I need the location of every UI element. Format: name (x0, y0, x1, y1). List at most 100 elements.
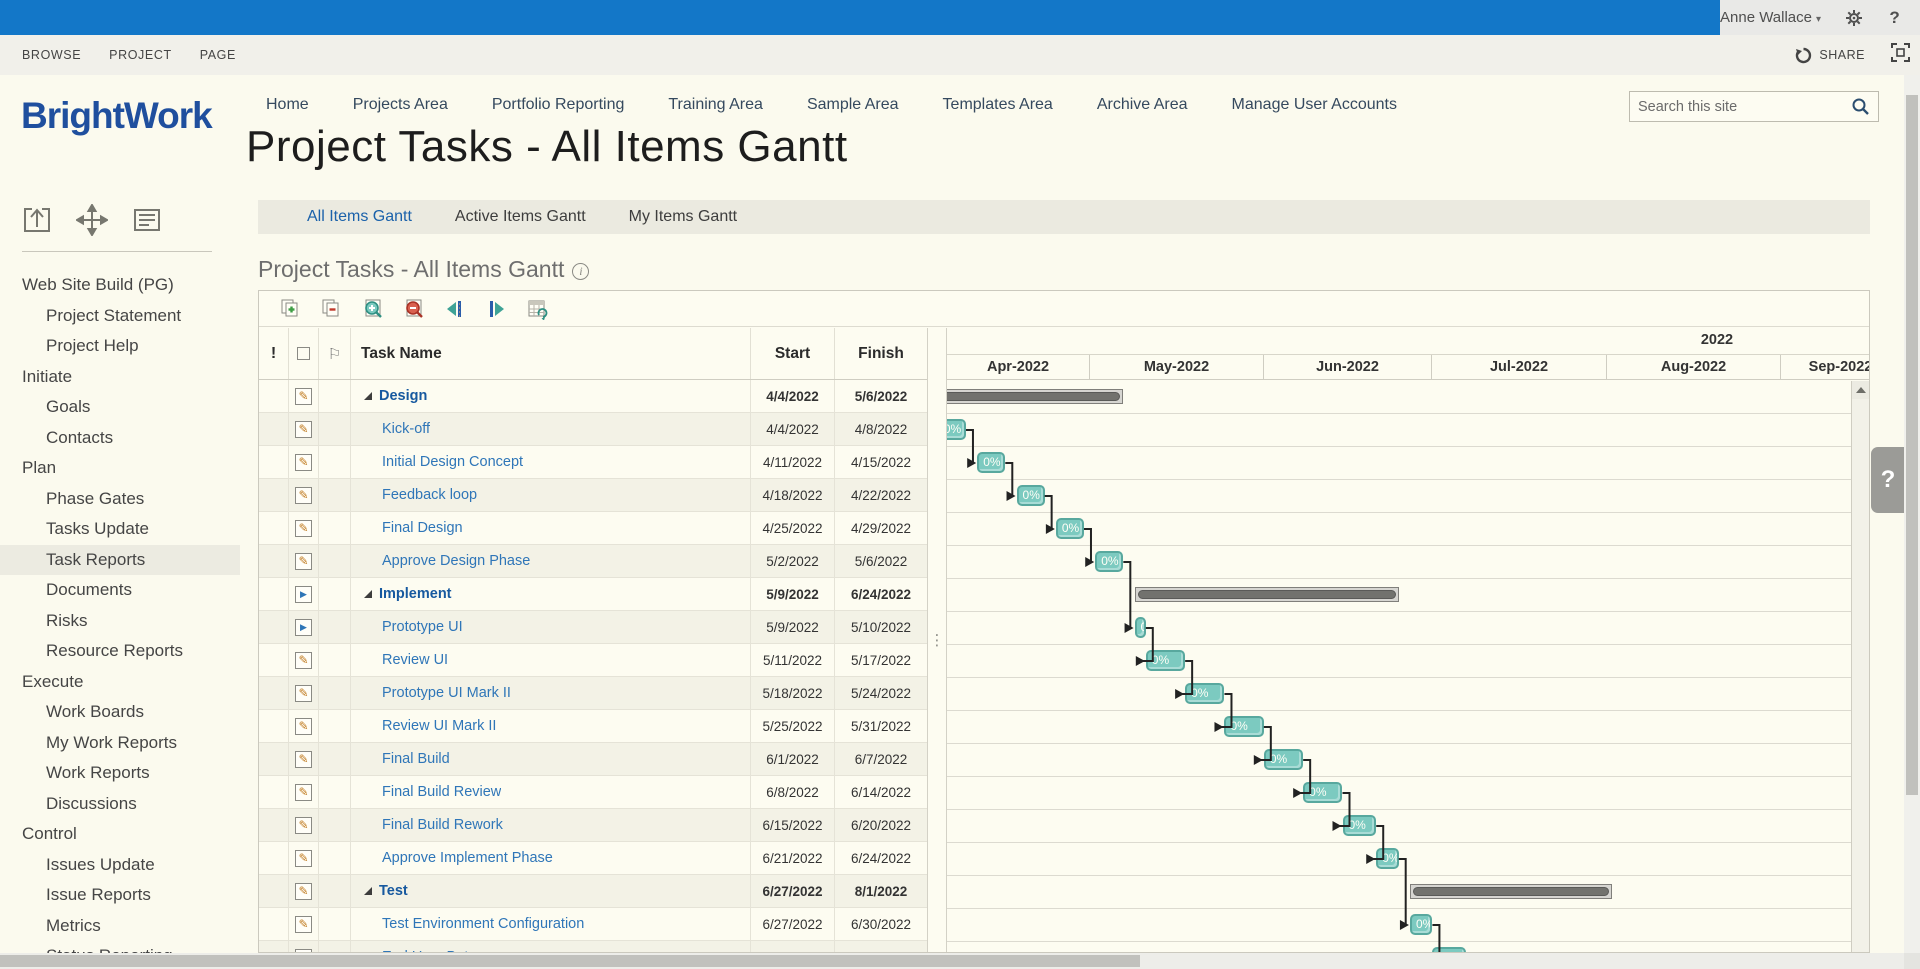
page-horizontal-scrollbar[interactable] (0, 953, 1904, 969)
user-menu[interactable]: Anne Wallace▾ (1720, 9, 1821, 26)
nav-link-templates-area[interactable]: Templates Area (943, 96, 1053, 114)
ribbon-tab-page[interactable]: PAGE (200, 48, 236, 62)
horizontal-scrollbar-thumb[interactable] (0, 955, 1140, 967)
sidebar-item-issue-reports[interactable]: Issue Reports (0, 880, 240, 911)
share-button[interactable]: SHARE (1795, 47, 1865, 64)
sidebar-item-web-site-build-pg-[interactable]: Web Site Build (PG) (0, 270, 240, 301)
task-link[interactable]: Implement (379, 586, 452, 602)
nav-link-portfolio-reporting[interactable]: Portfolio Reporting (492, 96, 625, 114)
zoom-in-icon[interactable] (361, 297, 385, 321)
table-row[interactable]: ✎Design4/4/20225/6/2022 (259, 380, 927, 413)
task-link[interactable]: Test (379, 883, 408, 899)
edit-item-icon[interactable]: ✎ (295, 718, 312, 735)
sidebar-item-execute[interactable]: Execute (0, 667, 240, 698)
sidebar-item-discussions[interactable]: Discussions (0, 789, 240, 820)
sidebar-item-contacts[interactable]: Contacts (0, 423, 240, 454)
gantt-task-bar[interactable]: 0% (1376, 848, 1398, 869)
zoom-out-icon[interactable] (402, 297, 426, 321)
gantt-summary-bar[interactable] (947, 389, 1123, 404)
help-icon[interactable]: ? (1887, 9, 1902, 27)
collapse-triangle-icon[interactable] (364, 590, 372, 598)
task-link[interactable]: Design (379, 388, 427, 404)
nav-link-archive-area[interactable]: Archive Area (1097, 96, 1188, 114)
gantt-task-bar[interactable]: 0% (947, 419, 966, 440)
gantt-task-bar[interactable]: 0% (1146, 650, 1185, 671)
gantt-summary-bar[interactable] (1135, 587, 1399, 602)
nav-link-training-area[interactable]: Training Area (668, 96, 763, 114)
edit-item-icon[interactable]: ✎ (295, 850, 312, 867)
expand-all-icon[interactable] (279, 297, 303, 321)
sidebar-item-work-reports[interactable]: Work Reports (0, 758, 240, 789)
finish-column-header[interactable]: Finish (835, 328, 927, 379)
sidebar-item-plan[interactable]: Plan (0, 453, 240, 484)
gantt-task-bar[interactable]: 0% (1303, 782, 1342, 803)
view-tab-active-items-gantt[interactable]: Active Items Gantt (455, 208, 586, 226)
gantt-task-bar[interactable]: 0% (1185, 683, 1224, 704)
nav-link-sample-area[interactable]: Sample Area (807, 96, 899, 114)
focus-mode-icon[interactable] (1891, 43, 1910, 67)
edit-item-icon[interactable]: ✎ (295, 553, 312, 570)
edit-item-icon[interactable]: ✎ (295, 916, 312, 933)
edit-item-icon[interactable]: ✎ (295, 388, 312, 405)
sidebar-item-goals[interactable]: Goals (0, 392, 240, 423)
gantt-task-bar[interactable]: 0% (1264, 749, 1303, 770)
task-link[interactable]: Feedback loop (351, 487, 477, 503)
ribbon-tab-browse[interactable]: BROWSE (22, 48, 81, 62)
table-row[interactable]: ▶Implement5/9/20226/24/2022 (259, 578, 927, 611)
gantt-summary-bar[interactable] (1410, 884, 1612, 899)
task-link[interactable]: Review UI Mark II (351, 718, 496, 734)
edit-item-icon[interactable]: ✎ (295, 421, 312, 438)
sidebar-item-project-statement[interactable]: Project Statement (0, 301, 240, 332)
edit-item-icon[interactable]: ✎ (295, 520, 312, 537)
task-link[interactable]: Final Build (351, 751, 450, 767)
sidebar-item-tasks-update[interactable]: Tasks Update (0, 514, 240, 545)
collapse-all-icon[interactable] (320, 297, 344, 321)
table-row[interactable]: ✎Test Environment Configuration6/27/2022… (259, 908, 927, 941)
view-tab-all-items-gantt[interactable]: All Items Gantt (307, 208, 412, 226)
start-column-header[interactable]: Start (751, 328, 835, 379)
view-tab-my-items-gantt[interactable]: My Items Gantt (629, 208, 737, 226)
flag-column-header[interactable]: ⚐ (319, 328, 351, 379)
gantt-task-bar[interactable]: 0% (1135, 617, 1146, 638)
search-input[interactable] (1638, 99, 1851, 115)
scroll-next-icon[interactable] (484, 297, 508, 321)
goto-date-icon[interactable] (525, 297, 549, 321)
task-link[interactable]: Kick-off (351, 421, 430, 437)
move-icon[interactable] (75, 203, 109, 237)
checkbox-icon[interactable] (297, 347, 310, 360)
gantt-task-bar[interactable]: 0% (1410, 914, 1432, 935)
edit-item-icon[interactable]: ✎ (295, 784, 312, 801)
gantt-task-bar[interactable]: 0% (1056, 518, 1084, 539)
task-link[interactable]: Approve Design Phase (351, 553, 530, 569)
sidebar-item-resource-reports[interactable]: Resource Reports (0, 636, 240, 667)
table-row[interactable]: ✎Final Build Rework6/15/20226/20/2022 (259, 809, 927, 842)
edit-item-icon[interactable]: ✎ (295, 685, 312, 702)
task-link[interactable]: Prototype UI (351, 619, 463, 635)
sidebar-item-project-help[interactable]: Project Help (0, 331, 240, 362)
in-progress-icon[interactable]: ▶ (295, 619, 312, 636)
edit-item-icon[interactable]: ✎ (295, 883, 312, 900)
vertical-scrollbar-thumb[interactable] (1906, 95, 1918, 795)
gantt-task-bar[interactable]: 0% (977, 452, 1005, 473)
ribbon-tab-project[interactable]: PROJECT (109, 48, 172, 62)
report-icon[interactable] (130, 203, 164, 237)
sidebar-item-documents[interactable]: Documents (0, 575, 240, 606)
table-row[interactable]: ✎Review UI Mark II5/25/20225/31/2022 (259, 710, 927, 743)
task-link[interactable]: Final Build Review (351, 784, 501, 800)
edit-item-icon[interactable]: ✎ (295, 817, 312, 834)
edit-item-icon[interactable]: ✎ (295, 751, 312, 768)
sidebar-item-control[interactable]: Control (0, 819, 240, 850)
settings-gear-icon[interactable] (1845, 9, 1863, 27)
table-row[interactable]: ✎Kick-off4/4/20224/8/2022 (259, 413, 927, 446)
gantt-vertical-scrollbar[interactable] (1851, 381, 1869, 952)
select-all-checkbox[interactable] (289, 328, 319, 379)
search-icon[interactable] (1851, 97, 1870, 116)
sidebar-item-issues-update[interactable]: Issues Update (0, 850, 240, 881)
table-row[interactable]: ✎Approve Design Phase5/2/20225/6/2022 (259, 545, 927, 578)
table-row[interactable]: ✎Review UI5/11/20225/17/2022 (259, 644, 927, 677)
sidebar-item-phase-gates[interactable]: Phase Gates (0, 484, 240, 515)
nav-link-home[interactable]: Home (266, 96, 309, 114)
scrollbar-up-arrow-icon[interactable] (1906, 78, 1916, 96)
table-row[interactable]: ✎Test6/27/20228/1/2022 (259, 875, 927, 908)
edit-item-icon[interactable]: ✎ (295, 454, 312, 471)
